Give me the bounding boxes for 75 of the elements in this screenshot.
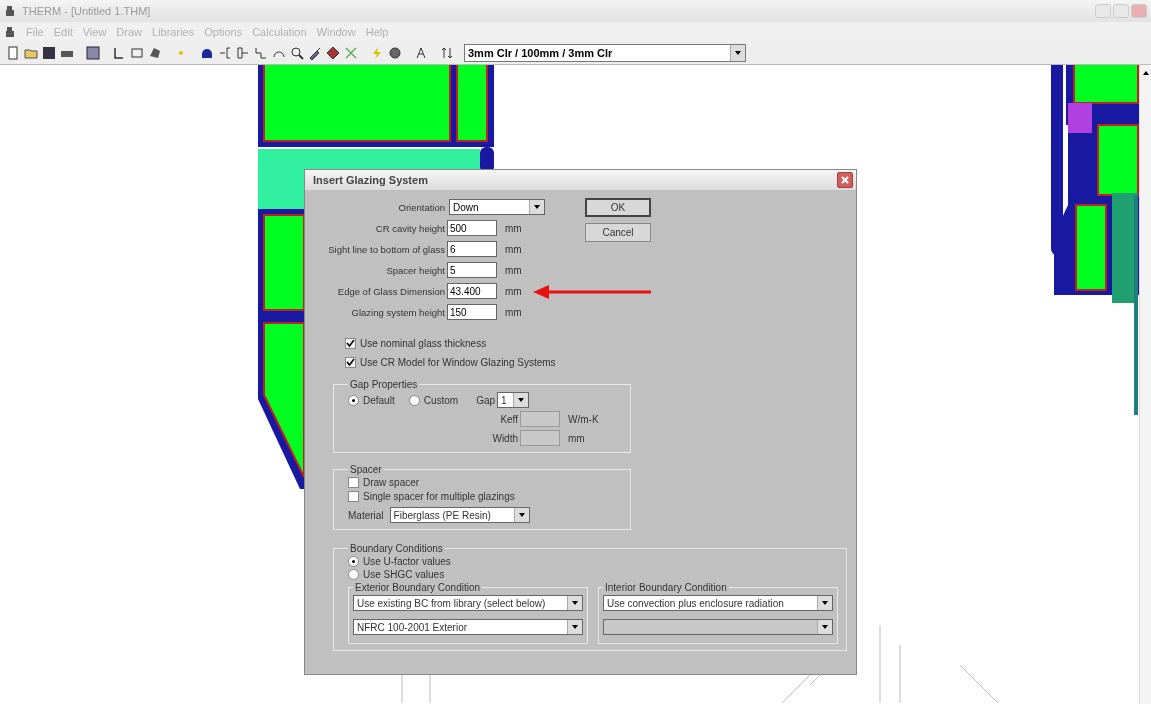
radio-label: Use SHGC values [363,569,445,580]
document-icon [4,26,16,38]
unit-label: mm [568,432,585,444]
field-label: Sight line to bottom of glass [327,243,446,255]
zoom-icon[interactable] [290,46,304,60]
field-label: CR cavity height [374,222,446,234]
checkbox-label: Use nominal glass thickness [360,338,487,349]
input-field[interactable]: 6 [447,241,497,257]
group-title: Gap Properties [349,379,419,390]
dropper-icon[interactable] [308,46,322,60]
radio-label: Custom [423,394,459,406]
checkbox-label: Use CR Model for Window Glazing Systems [360,357,556,368]
boundary-condition-dropdown[interactable]: Use existing BC from library (select below) [353,595,583,611]
unit-label: mm [505,264,522,276]
input-field[interactable]: 43.400 [447,283,497,299]
boundary-condition-dropdown[interactable]: NFRC 100-2001 Exterior [353,619,583,635]
field-label: Orientation [397,201,446,213]
checkbox-label: Draw spacer [363,477,420,488]
boundary-condition-dropdown[interactable]: Use convection plus enclosure radiation [603,595,833,611]
unit-label: mm [505,222,522,234]
new-file-icon[interactable] [6,46,20,60]
ok-button[interactable]: OK [585,198,651,217]
font-icon[interactable] [414,46,428,60]
diamond-icon[interactable] [326,46,340,60]
field-label: Keff [499,413,519,425]
checkbox-label: Single spacer for multiple glazings [363,491,515,502]
step-icon[interactable] [254,46,268,60]
field-label: Gap [476,394,496,406]
radio-button[interactable] [408,394,420,406]
field-label: Spacer height [385,264,446,276]
dialog-title: Insert Glazing System [313,174,428,186]
dome-icon[interactable] [200,46,214,60]
glazing-icon[interactable] [236,46,250,60]
field-label: Edge of Glass Dimension [336,285,446,297]
close-icon [840,175,850,185]
group-title: Interior Boundary Condition [604,582,728,593]
open-folder-icon[interactable] [24,46,38,60]
group-title: Spacer [349,464,383,475]
material-dropdown[interactable]: Fiberglass (PE Resin) [389,507,530,523]
field-label: Width [491,432,519,444]
group-title: Exterior Boundary Condition [354,582,482,593]
unit-label: mm [505,306,522,318]
corner-icon[interactable] [112,46,126,60]
save-icon[interactable] [42,46,56,60]
unit-label: W/m-K [568,413,599,425]
checkbox[interactable] [348,491,359,502]
radio-label: Use U-factor values [363,556,451,567]
group-title: Boundary Conditions [349,543,444,554]
polygon-icon[interactable] [148,46,162,60]
checkbox[interactable] [348,477,359,488]
window-icon[interactable] [86,46,100,60]
unit-label: mm [505,243,522,255]
gear-icon[interactable] [388,46,402,60]
input-field[interactable]: 150 [447,304,497,320]
close-button[interactable] [837,172,853,188]
unit-label: mm [505,285,522,297]
radio-label: Default [363,394,395,406]
input-field[interactable]: 5 [447,262,497,278]
field-label: Material [348,509,384,521]
gap-dropdown[interactable]: 1 [497,392,530,408]
radio-button[interactable] [348,556,359,567]
checkbox[interactable] [345,338,356,349]
window-title: THERM - [Untitled 1.THM] [22,5,151,17]
sort-icon[interactable] [440,46,454,60]
rectangle-icon[interactable] [130,46,144,60]
glazing-system-dropdown[interactable]: 3mm Clr / 100mm / 3mm Clr [464,44,746,62]
cancel-button[interactable]: Cancel [585,223,651,242]
checkbox[interactable] [345,357,356,368]
vertical-scrollbar[interactable] [1139,65,1151,704]
input-field[interactable]: 500 [447,220,497,236]
radio-button[interactable] [348,394,359,406]
app-icon [4,5,16,17]
field-label: Glazing system height [350,306,446,318]
orientation-dropdown[interactable]: Down [449,199,545,215]
radio-button[interactable] [348,569,359,580]
